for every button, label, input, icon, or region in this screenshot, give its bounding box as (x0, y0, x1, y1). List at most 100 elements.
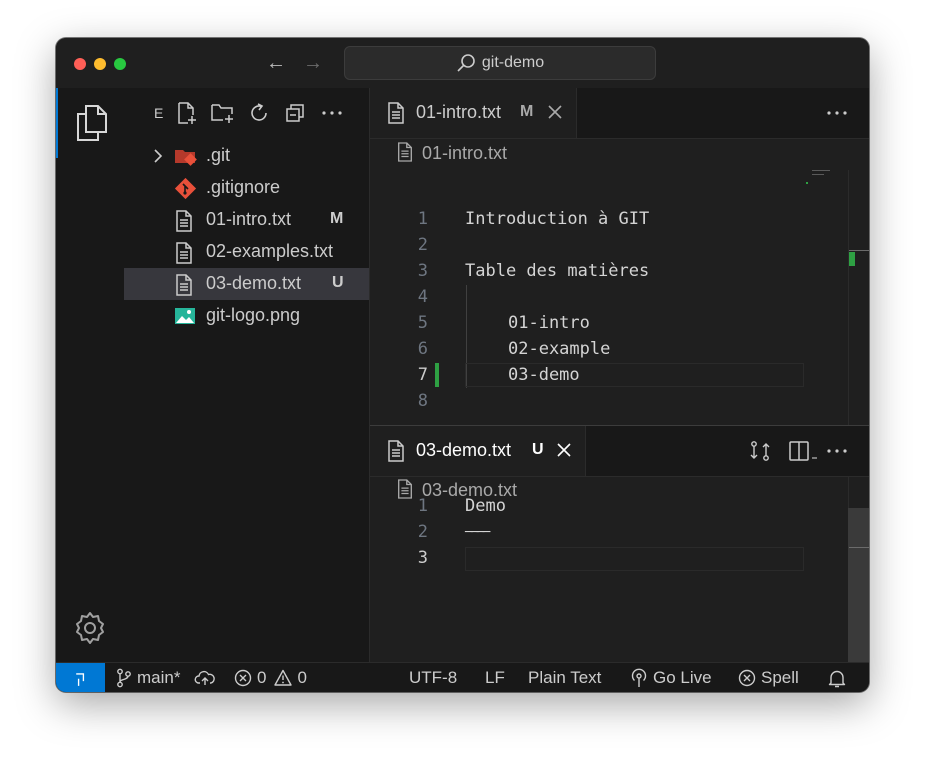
refresh-icon[interactable] (247, 101, 271, 125)
cloud-sync-icon[interactable] (194, 669, 216, 687)
code-line[interactable]: 6 02-example (370, 337, 810, 363)
text-file-icon (176, 274, 192, 296)
collapse-all-icon[interactable] (284, 101, 306, 125)
line-text: Table des matières (465, 261, 650, 281)
branch-name: main* (137, 668, 181, 687)
go-back-button[interactable]: ← (266, 51, 286, 75)
tree-item-01-intro[interactable]: 01-intro.txt M (124, 204, 369, 236)
overview-ruler-cursor (849, 250, 869, 251)
close-window-button[interactable] (74, 58, 86, 70)
eol-status[interactable]: LF (485, 668, 505, 688)
spell-check-status[interactable]: Spell (738, 668, 799, 688)
git-file-icon (174, 178, 197, 200)
tab-git-status: U (532, 441, 544, 458)
activity-bar (56, 88, 125, 662)
git-folder-icon (175, 150, 197, 166)
new-folder-icon[interactable] (210, 101, 236, 125)
line-number: 7 (417, 365, 428, 385)
breadcrumb[interactable]: 01-intro.txt (396, 142, 507, 166)
text-file-icon (176, 242, 192, 264)
code-line[interactable]: 2 ──── (370, 520, 810, 546)
tree-item-label: .git (206, 145, 231, 165)
code-line[interactable]: 7 03-demo (370, 363, 810, 389)
line-number: 3 (417, 261, 428, 281)
code-line[interactable]: 1 Demo (370, 494, 810, 520)
code-line[interactable]: 5 01-intro (370, 311, 810, 337)
git-branch-icon (117, 668, 131, 688)
line-text: ──── (465, 525, 490, 540)
tree-item-label: 02-examples.txt (206, 241, 334, 261)
error-icon (738, 669, 756, 687)
tab-03-demo[interactable]: 03-demo.txt U (370, 426, 586, 476)
explorer-activity-button[interactable] (56, 88, 124, 158)
tree-item-git-logo[interactable]: git-logo.png (124, 300, 369, 332)
warning-count: 0 (297, 668, 307, 687)
notifications-bell-icon[interactable] (828, 669, 846, 689)
overview-ruler-cursor (849, 547, 869, 548)
tree-item-label: 01-intro.txt (206, 209, 292, 229)
top-editor-scrollbar[interactable] (848, 170, 869, 425)
tab-01-intro[interactable]: 01-intro.txt M (370, 88, 577, 138)
command-center-label: git-demo (481, 54, 545, 71)
line-number: 8 (417, 391, 428, 411)
tree-item-git-folder[interactable]: .git (124, 140, 369, 172)
tab-label: 01-intro.txt (416, 102, 502, 122)
split-editor-icon[interactable] (788, 439, 810, 463)
code-line[interactable]: 4 (370, 285, 810, 311)
language-mode-status[interactable]: Plain Text (528, 668, 601, 688)
line-text: Introduction à GIT (465, 209, 650, 229)
problems-status[interactable]: 0 0 (234, 668, 307, 688)
line-number: 1 (417, 496, 428, 516)
text-file-icon (398, 142, 412, 162)
command-center-search[interactable]: git-demo (344, 46, 656, 80)
spell-label: Spell (761, 668, 799, 687)
title-bar: ← → git-demo (56, 38, 869, 88)
line-number: 4 (417, 287, 428, 307)
more-actions-icon[interactable] (320, 101, 344, 125)
line-text: 03-demo (508, 365, 580, 385)
line-text: 02-example (508, 339, 611, 359)
text-file-icon (388, 440, 404, 462)
chevron-right-icon[interactable] (152, 146, 164, 166)
editor-area: 01-intro.txt M 01-intro.txt 1 Introducti… (370, 88, 869, 670)
go-forward-button[interactable]: → (303, 51, 323, 75)
minimize-window-button[interactable] (94, 58, 106, 70)
tree-item-02-examples[interactable]: 02-examples.txt (124, 236, 369, 268)
remote-indicator-button[interactable] (56, 663, 105, 692)
tab-label: 03-demo.txt (416, 440, 512, 460)
status-bar: main* 0 0 UTF-8 LF Plain Text Go Live Sp… (56, 662, 869, 692)
minimap[interactable] (812, 457, 817, 459)
scrollbar-thumb[interactable] (848, 508, 869, 670)
text-file-icon (176, 210, 192, 232)
new-file-icon[interactable] (176, 101, 198, 125)
git-status-badge: M (330, 210, 344, 227)
line-number: 2 (417, 235, 428, 255)
search-icon (457, 54, 475, 72)
vscode-window: ← → git-demo E .git .gitignore 01-intro.… (56, 38, 869, 692)
tree-item-gitignore[interactable]: .gitignore (124, 172, 369, 204)
close-tab-icon[interactable] (556, 441, 572, 459)
code-line[interactable]: 8 (370, 389, 810, 415)
explorer-sidebar: E .git .gitignore 01-intro.txt M 02-exam… (124, 88, 370, 662)
line-number: 1 (417, 209, 428, 229)
more-actions-icon[interactable] (825, 101, 849, 125)
branch-status[interactable]: main* (116, 668, 180, 688)
line-number: 6 (417, 339, 428, 359)
code-line[interactable]: 1 Introduction à GIT (370, 207, 810, 233)
git-status-badge: U (332, 274, 344, 291)
broadcast-icon (631, 668, 647, 687)
tree-item-03-demo[interactable]: 03-demo.txt U (124, 268, 369, 300)
more-actions-icon[interactable] (825, 439, 849, 463)
minimap[interactable] (812, 170, 830, 171)
encoding-status[interactable]: UTF-8 (409, 668, 457, 688)
open-changes-icon[interactable] (748, 439, 772, 463)
code-line[interactable]: 3 Table des matières (370, 259, 810, 285)
minimap[interactable] (812, 174, 824, 175)
code-line[interactable]: 2 (370, 233, 810, 259)
go-live-button[interactable]: Go Live (630, 668, 712, 688)
close-tab-icon[interactable] (547, 103, 563, 121)
text-file-icon (388, 102, 404, 124)
zoom-window-button[interactable] (114, 58, 126, 70)
code-line[interactable]: 3 (370, 546, 810, 572)
settings-gear-icon[interactable] (72, 610, 108, 646)
